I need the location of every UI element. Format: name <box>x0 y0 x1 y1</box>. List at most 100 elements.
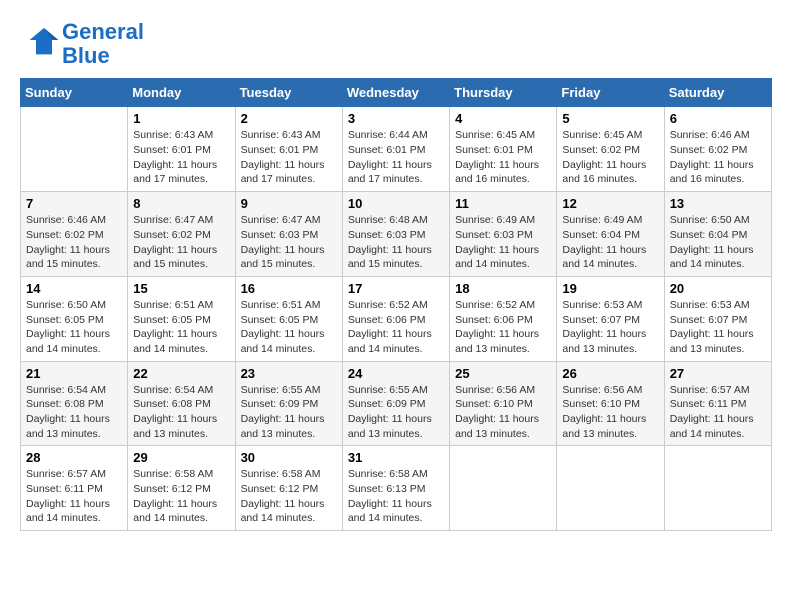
day-info: Sunrise: 6:49 AM Sunset: 6:03 PM Dayligh… <box>455 213 551 272</box>
day-number: 25 <box>455 366 551 381</box>
day-info: Sunrise: 6:45 AM Sunset: 6:02 PM Dayligh… <box>562 128 658 187</box>
day-info: Sunrise: 6:58 AM Sunset: 6:13 PM Dayligh… <box>348 467 444 526</box>
day-info: Sunrise: 6:48 AM Sunset: 6:03 PM Dayligh… <box>348 213 444 272</box>
day-cell: 22 Sunrise: 6:54 AM Sunset: 6:08 PM Dayl… <box>128 361 235 446</box>
day-cell: 9 Sunrise: 6:47 AM Sunset: 6:03 PM Dayli… <box>235 192 342 277</box>
day-number: 8 <box>133 196 229 211</box>
day-cell: 30 Sunrise: 6:58 AM Sunset: 6:12 PM Dayl… <box>235 446 342 531</box>
col-header-saturday: Saturday <box>664 79 771 107</box>
day-cell: 12 Sunrise: 6:49 AM Sunset: 6:04 PM Dayl… <box>557 192 664 277</box>
calendar-table: SundayMondayTuesdayWednesdayThursdayFrid… <box>20 78 772 531</box>
day-cell: 8 Sunrise: 6:47 AM Sunset: 6:02 PM Dayli… <box>128 192 235 277</box>
week-row-3: 14 Sunrise: 6:50 AM Sunset: 6:05 PM Dayl… <box>21 276 772 361</box>
day-cell: 26 Sunrise: 6:56 AM Sunset: 6:10 PM Dayl… <box>557 361 664 446</box>
day-info: Sunrise: 6:57 AM Sunset: 6:11 PM Dayligh… <box>26 467 122 526</box>
day-info: Sunrise: 6:51 AM Sunset: 6:05 PM Dayligh… <box>133 298 229 357</box>
col-header-tuesday: Tuesday <box>235 79 342 107</box>
day-number: 10 <box>348 196 444 211</box>
day-info: Sunrise: 6:58 AM Sunset: 6:12 PM Dayligh… <box>133 467 229 526</box>
col-header-sunday: Sunday <box>21 79 128 107</box>
day-number: 31 <box>348 450 444 465</box>
day-cell: 2 Sunrise: 6:43 AM Sunset: 6:01 PM Dayli… <box>235 107 342 192</box>
day-number: 17 <box>348 281 444 296</box>
col-header-wednesday: Wednesday <box>342 79 449 107</box>
day-info: Sunrise: 6:54 AM Sunset: 6:08 PM Dayligh… <box>133 383 229 442</box>
day-cell: 27 Sunrise: 6:57 AM Sunset: 6:11 PM Dayl… <box>664 361 771 446</box>
day-number: 12 <box>562 196 658 211</box>
day-number: 23 <box>241 366 337 381</box>
day-number: 15 <box>133 281 229 296</box>
day-number: 9 <box>241 196 337 211</box>
day-info: Sunrise: 6:53 AM Sunset: 6:07 PM Dayligh… <box>562 298 658 357</box>
col-header-friday: Friday <box>557 79 664 107</box>
week-row-1: 1 Sunrise: 6:43 AM Sunset: 6:01 PM Dayli… <box>21 107 772 192</box>
day-number: 29 <box>133 450 229 465</box>
logo: General Blue <box>20 20 144 68</box>
logo-icon <box>20 24 60 64</box>
day-number: 27 <box>670 366 766 381</box>
day-info: Sunrise: 6:45 AM Sunset: 6:01 PM Dayligh… <box>455 128 551 187</box>
day-info: Sunrise: 6:50 AM Sunset: 6:05 PM Dayligh… <box>26 298 122 357</box>
day-cell: 17 Sunrise: 6:52 AM Sunset: 6:06 PM Dayl… <box>342 276 449 361</box>
day-number: 28 <box>26 450 122 465</box>
day-cell: 4 Sunrise: 6:45 AM Sunset: 6:01 PM Dayli… <box>450 107 557 192</box>
day-cell: 6 Sunrise: 6:46 AM Sunset: 6:02 PM Dayli… <box>664 107 771 192</box>
day-cell: 15 Sunrise: 6:51 AM Sunset: 6:05 PM Dayl… <box>128 276 235 361</box>
day-info: Sunrise: 6:47 AM Sunset: 6:02 PM Dayligh… <box>133 213 229 272</box>
day-info: Sunrise: 6:43 AM Sunset: 6:01 PM Dayligh… <box>241 128 337 187</box>
day-number: 22 <box>133 366 229 381</box>
day-number: 13 <box>670 196 766 211</box>
day-cell: 7 Sunrise: 6:46 AM Sunset: 6:02 PM Dayli… <box>21 192 128 277</box>
day-number: 7 <box>26 196 122 211</box>
day-cell: 5 Sunrise: 6:45 AM Sunset: 6:02 PM Dayli… <box>557 107 664 192</box>
day-info: Sunrise: 6:46 AM Sunset: 6:02 PM Dayligh… <box>26 213 122 272</box>
logo-text: General Blue <box>62 20 144 68</box>
day-info: Sunrise: 6:58 AM Sunset: 6:12 PM Dayligh… <box>241 467 337 526</box>
day-cell: 14 Sunrise: 6:50 AM Sunset: 6:05 PM Dayl… <box>21 276 128 361</box>
day-number: 3 <box>348 111 444 126</box>
day-cell: 10 Sunrise: 6:48 AM Sunset: 6:03 PM Dayl… <box>342 192 449 277</box>
day-info: Sunrise: 6:50 AM Sunset: 6:04 PM Dayligh… <box>670 213 766 272</box>
day-info: Sunrise: 6:44 AM Sunset: 6:01 PM Dayligh… <box>348 128 444 187</box>
day-number: 4 <box>455 111 551 126</box>
day-cell: 19 Sunrise: 6:53 AM Sunset: 6:07 PM Dayl… <box>557 276 664 361</box>
day-cell: 21 Sunrise: 6:54 AM Sunset: 6:08 PM Dayl… <box>21 361 128 446</box>
day-cell <box>21 107 128 192</box>
day-cell <box>557 446 664 531</box>
day-cell <box>664 446 771 531</box>
day-cell: 31 Sunrise: 6:58 AM Sunset: 6:13 PM Dayl… <box>342 446 449 531</box>
day-info: Sunrise: 6:56 AM Sunset: 6:10 PM Dayligh… <box>562 383 658 442</box>
day-cell: 29 Sunrise: 6:58 AM Sunset: 6:12 PM Dayl… <box>128 446 235 531</box>
day-cell: 1 Sunrise: 6:43 AM Sunset: 6:01 PM Dayli… <box>128 107 235 192</box>
page-header: General Blue <box>20 20 772 68</box>
week-row-2: 7 Sunrise: 6:46 AM Sunset: 6:02 PM Dayli… <box>21 192 772 277</box>
day-info: Sunrise: 6:49 AM Sunset: 6:04 PM Dayligh… <box>562 213 658 272</box>
day-info: Sunrise: 6:52 AM Sunset: 6:06 PM Dayligh… <box>348 298 444 357</box>
day-info: Sunrise: 6:56 AM Sunset: 6:10 PM Dayligh… <box>455 383 551 442</box>
day-info: Sunrise: 6:57 AM Sunset: 6:11 PM Dayligh… <box>670 383 766 442</box>
day-number: 1 <box>133 111 229 126</box>
day-number: 14 <box>26 281 122 296</box>
day-info: Sunrise: 6:53 AM Sunset: 6:07 PM Dayligh… <box>670 298 766 357</box>
day-info: Sunrise: 6:52 AM Sunset: 6:06 PM Dayligh… <box>455 298 551 357</box>
day-number: 18 <box>455 281 551 296</box>
day-number: 16 <box>241 281 337 296</box>
day-number: 30 <box>241 450 337 465</box>
day-cell: 16 Sunrise: 6:51 AM Sunset: 6:05 PM Dayl… <box>235 276 342 361</box>
day-info: Sunrise: 6:51 AM Sunset: 6:05 PM Dayligh… <box>241 298 337 357</box>
day-number: 26 <box>562 366 658 381</box>
day-info: Sunrise: 6:55 AM Sunset: 6:09 PM Dayligh… <box>348 383 444 442</box>
day-cell: 20 Sunrise: 6:53 AM Sunset: 6:07 PM Dayl… <box>664 276 771 361</box>
day-number: 19 <box>562 281 658 296</box>
day-cell: 23 Sunrise: 6:55 AM Sunset: 6:09 PM Dayl… <box>235 361 342 446</box>
week-row-4: 21 Sunrise: 6:54 AM Sunset: 6:08 PM Dayl… <box>21 361 772 446</box>
day-number: 20 <box>670 281 766 296</box>
day-number: 21 <box>26 366 122 381</box>
day-cell: 18 Sunrise: 6:52 AM Sunset: 6:06 PM Dayl… <box>450 276 557 361</box>
day-info: Sunrise: 6:46 AM Sunset: 6:02 PM Dayligh… <box>670 128 766 187</box>
day-number: 24 <box>348 366 444 381</box>
day-info: Sunrise: 6:43 AM Sunset: 6:01 PM Dayligh… <box>133 128 229 187</box>
day-number: 5 <box>562 111 658 126</box>
day-info: Sunrise: 6:54 AM Sunset: 6:08 PM Dayligh… <box>26 383 122 442</box>
day-cell: 24 Sunrise: 6:55 AM Sunset: 6:09 PM Dayl… <box>342 361 449 446</box>
